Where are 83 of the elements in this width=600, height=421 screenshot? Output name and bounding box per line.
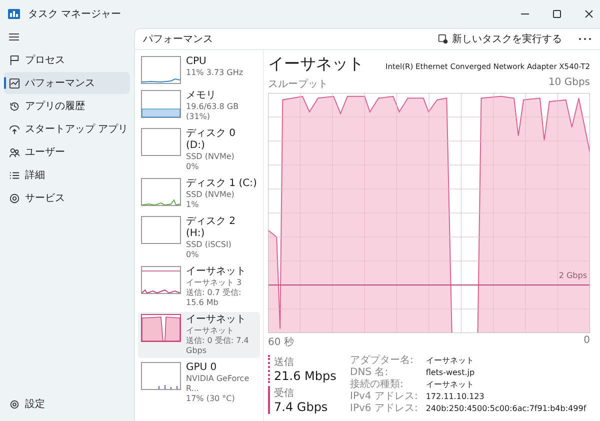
resource-detail: 19.6/63.8 GB (31%) xyxy=(186,102,240,122)
mini-graph xyxy=(141,178,181,206)
resource-detail: イーサネット 3 xyxy=(186,278,243,288)
resource-detail: SSD (NVMe) xyxy=(186,190,236,200)
nav-item[interactable]: プロセス xyxy=(4,49,130,71)
nav-item[interactable]: ユーザー xyxy=(4,141,130,163)
stat-value: 7.4 Gbps xyxy=(274,400,329,414)
maximize-icon[interactable] xyxy=(552,9,562,19)
mini-graph xyxy=(141,90,181,118)
resource-name: イーサネット xyxy=(186,266,247,278)
page-title: パフォーマンス xyxy=(143,33,213,46)
nav-item[interactable]: サービス xyxy=(4,187,130,209)
resource-detail: 0% xyxy=(186,162,200,172)
mini-graph xyxy=(141,266,181,294)
list-icon xyxy=(9,170,20,180)
resource-name: メモリ xyxy=(186,90,217,102)
ring-icon xyxy=(9,192,20,204)
resource-detail: 送信: 0 受信: 7.4 Gbps xyxy=(186,336,250,356)
property-value: イーサネット xyxy=(426,355,475,367)
resource-name: イーサネット xyxy=(186,314,247,326)
property-value: flets-west.jp xyxy=(426,367,476,379)
nav-item[interactable]: アプリの履歴 xyxy=(4,95,130,117)
gauge-icon xyxy=(9,124,20,134)
resource-detail: 送信: 0.7 受信: 15.6 Mb xyxy=(186,288,242,308)
resource-item[interactable]: イーサネット イーサネット 送信: 0 受信: 7.4 Gbps xyxy=(138,312,260,358)
property-label: IPv4 アドレス: xyxy=(350,391,418,403)
mini-graph xyxy=(141,216,181,244)
close-icon[interactable] xyxy=(584,9,594,19)
property-value: イーサネット xyxy=(426,379,475,391)
property-value: 172.11.10.123 xyxy=(426,391,486,403)
property-label: DNS 名: xyxy=(350,367,390,378)
resource-detail: NVIDIA GeForce R... xyxy=(186,374,250,394)
reference-line-label: 2 Gbps xyxy=(558,270,587,280)
time-axis-label: 60 秒 xyxy=(268,336,294,349)
resource-detail: SSD (iSCSI) xyxy=(186,240,232,250)
resource-item[interactable]: CPU 11% 3.73 GHz xyxy=(138,54,260,86)
users-icon xyxy=(9,146,20,158)
settings-icon xyxy=(9,398,20,410)
settings-item[interactable]: 設定 xyxy=(4,393,130,415)
property-label: アダプター名: xyxy=(350,355,414,367)
chart-icon xyxy=(9,78,20,88)
flag-icon xyxy=(9,54,20,66)
stat-label: 送信 xyxy=(274,356,295,369)
resource-item[interactable]: ディスク 2 (H:) SSD (iSCSI) 0% xyxy=(138,214,260,262)
detail-title: イーサネット xyxy=(268,54,364,75)
run-task-button[interactable]: 新しいタスクを実行する xyxy=(434,30,566,48)
axis-max-label: 10 Gbps xyxy=(548,77,590,90)
resource-detail: 17% (30 °C) xyxy=(186,394,236,404)
resource-name: ディスク 2 (H:) xyxy=(186,216,237,240)
resource-detail: SSD (NVMe) xyxy=(186,152,236,162)
more-icon[interactable] xyxy=(578,37,592,41)
property-label: 接続の種類: xyxy=(350,379,404,391)
nav-item[interactable]: 詳細 xyxy=(4,164,130,186)
mini-graph xyxy=(141,56,181,84)
resource-name: ディスク 1 (C:) xyxy=(186,178,257,190)
app-icon xyxy=(8,9,20,19)
stat-value: 21.6 Mbps xyxy=(274,369,338,383)
resource-detail: 1% xyxy=(186,200,200,210)
axis-zero-label: 0 xyxy=(584,335,590,348)
new-task-icon xyxy=(438,34,448,44)
resource-item[interactable]: メモリ 19.6/63.8 GB (31%) xyxy=(138,88,260,124)
history-icon xyxy=(9,100,20,112)
stat-label: 受信 xyxy=(274,386,295,400)
nav-item[interactable]: スタートアップ アプリ xyxy=(4,118,130,140)
resource-item[interactable]: ディスク 0 (D:) SSD (NVMe) 0% xyxy=(138,126,260,174)
resource-name: CPU xyxy=(186,56,208,68)
resource-name: ディスク 0 (D:) xyxy=(186,128,237,152)
resource-item[interactable]: イーサネット イーサネット 3 送信: 0.7 受信: 15.6 Mb xyxy=(138,264,260,310)
mini-graph xyxy=(141,314,181,342)
property-label: IPv6 アドレス: xyxy=(350,403,418,415)
resource-detail: 0% xyxy=(186,250,200,260)
resource-detail: イーサネット xyxy=(186,326,235,336)
resource-item[interactable]: GPU 0 NVIDIA GeForce R... 17% (30 °C) xyxy=(138,360,260,406)
axis-label: スループット xyxy=(268,78,328,91)
resource-name: GPU 0 xyxy=(186,362,218,374)
menu-icon[interactable] xyxy=(8,32,20,42)
resource-detail: 11% 3.73 GHz xyxy=(186,68,244,78)
resource-item[interactable]: ディスク 1 (C:) SSD (NVMe) 1% xyxy=(138,176,260,212)
mini-graph xyxy=(141,128,181,156)
mini-graph xyxy=(141,362,181,390)
nav-item[interactable]: パフォーマンス xyxy=(4,72,130,94)
window-title: タスク マネージャー xyxy=(28,8,122,21)
property-value: 240b:250:4500:5c00:6ac:7f91:b4b:499f xyxy=(426,403,586,415)
